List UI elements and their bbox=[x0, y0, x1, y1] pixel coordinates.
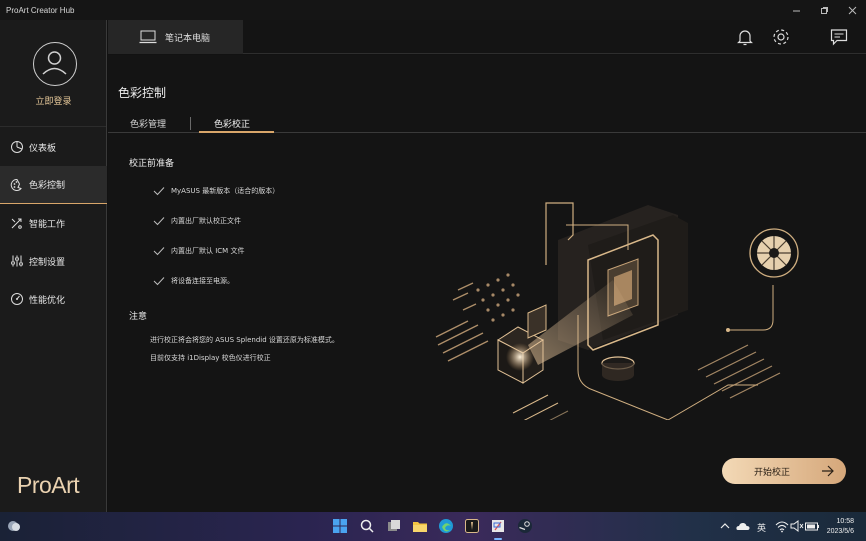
proart-logo: ProArt bbox=[17, 472, 80, 498]
sliders-icon bbox=[10, 254, 24, 268]
restore-button[interactable] bbox=[810, 0, 838, 20]
arrow-right-icon bbox=[822, 465, 834, 477]
steam-icon[interactable] bbox=[517, 518, 533, 534]
calibration-illustration bbox=[435, 202, 799, 420]
user-icon bbox=[42, 51, 67, 75]
close-icon bbox=[848, 6, 856, 14]
sidebar-item-label: 性能优化 bbox=[29, 295, 66, 306]
windows-start-icon[interactable] bbox=[332, 518, 348, 534]
check-icon bbox=[153, 217, 165, 226]
page-title: 色彩控制 bbox=[118, 86, 167, 100]
check-icon bbox=[153, 187, 165, 196]
proart-hub-taskbar-icon[interactable] bbox=[464, 518, 480, 534]
clock-date: 2023/5/6 bbox=[826, 528, 854, 535]
prep-heading: 校正前准备 bbox=[129, 159, 175, 169]
check-icon bbox=[153, 277, 165, 286]
tab-color-management[interactable]: 色彩管理 bbox=[130, 117, 166, 130]
notice-text: 进行校正将会将您的 ASUS Splendid 设置还原为标准模式。 bbox=[150, 336, 339, 344]
check-icon bbox=[153, 247, 165, 256]
checklist-text: 将设备连接至电源。 bbox=[171, 277, 234, 285]
tab-color-calibration[interactable]: 色彩校正 bbox=[214, 117, 250, 130]
sidebar-item-label: 智能工作 bbox=[29, 219, 66, 230]
avatar[interactable] bbox=[33, 42, 77, 86]
bell-icon[interactable] bbox=[735, 27, 755, 47]
device-tab-label: 笔记本电脑 bbox=[165, 33, 211, 44]
color-palette-icon bbox=[10, 178, 24, 192]
checklist-text: 内置出厂默认 ICM 文件 bbox=[171, 247, 245, 255]
file-explorer-icon[interactable] bbox=[412, 518, 428, 534]
checklist-item: 内置出厂默认校正文件 bbox=[153, 216, 241, 226]
main-panel: 色彩控制 色彩管理 色彩校正 校正前准备 MyASUS 最新版本（适合的版本） … bbox=[108, 55, 866, 512]
sidebar-item-label: 仪表板 bbox=[29, 143, 57, 154]
gear-icon[interactable] bbox=[771, 27, 791, 47]
sidebar-item-label: 控制设置 bbox=[29, 257, 66, 268]
start-calibration-label: 开始校正 bbox=[754, 467, 791, 478]
dashboard-icon bbox=[10, 140, 24, 154]
sidebar: 立即登录 仪表板 色彩控制 智能工作 控制设置 性能优化 ProArt bbox=[0, 20, 107, 512]
active-tab-indicator bbox=[199, 131, 274, 133]
edge-browser-icon[interactable] bbox=[438, 518, 454, 534]
feedback-icon[interactable] bbox=[829, 27, 849, 47]
minimize-icon bbox=[792, 10, 800, 11]
checklist-item: 将设备连接至电源。 bbox=[153, 276, 234, 286]
tab-divider bbox=[190, 117, 191, 130]
start-calibration-button[interactable]: 开始校正 bbox=[722, 458, 846, 484]
volume-muted-icon[interactable] bbox=[789, 518, 805, 534]
sidebar-item-dashboard[interactable]: 仪表板 bbox=[0, 128, 107, 166]
wifi-icon[interactable] bbox=[774, 518, 790, 534]
smart-work-icon bbox=[10, 216, 24, 230]
top-header: 笔记本电脑 bbox=[108, 20, 866, 54]
sidebar-item-color-control[interactable]: 色彩控制 bbox=[0, 166, 107, 204]
performance-icon bbox=[10, 292, 24, 306]
sidebar-item-control-settings[interactable]: 控制设置 bbox=[0, 242, 107, 280]
login-link[interactable]: 立即登录 bbox=[0, 94, 107, 107]
minimize-button[interactable] bbox=[782, 0, 810, 20]
checklist-text: MyASUS 最新版本（适合的版本） bbox=[171, 187, 280, 195]
close-button[interactable] bbox=[838, 0, 866, 20]
checklist-item: MyASUS 最新版本（适合的版本） bbox=[153, 186, 279, 196]
chevron-up-icon[interactable] bbox=[717, 518, 733, 534]
taskbar: 英 10:58 2023/5/6 bbox=[0, 512, 866, 541]
task-view-icon[interactable] bbox=[386, 518, 402, 534]
restore-icon bbox=[820, 6, 828, 14]
profile-section[interactable]: 立即登录 bbox=[0, 20, 106, 127]
app-title: ProArt Creator Hub bbox=[6, 5, 75, 15]
battery-icon[interactable] bbox=[804, 518, 820, 534]
search-icon[interactable] bbox=[359, 518, 375, 534]
checklist-item: 内置出厂默认 ICM 文件 bbox=[153, 246, 244, 256]
input-language-indicator[interactable]: 英 bbox=[757, 521, 766, 534]
system-clock[interactable]: 10:58 2023/5/6 bbox=[827, 517, 854, 537]
notice-heading: 注意 bbox=[129, 312, 148, 322]
clock-time: 10:58 bbox=[836, 518, 854, 525]
laptop-icon bbox=[139, 30, 157, 44]
tab-laptop[interactable]: 笔记本电脑 bbox=[108, 20, 243, 54]
snipping-tool-icon[interactable] bbox=[490, 518, 506, 534]
checklist-text: 内置出厂默认校正文件 bbox=[171, 217, 241, 225]
title-bar: ProArt Creator Hub bbox=[0, 0, 866, 20]
sidebar-item-label: 色彩控制 bbox=[29, 181, 66, 191]
onedrive-icon[interactable] bbox=[735, 518, 751, 534]
active-app-indicator bbox=[494, 538, 502, 540]
window-controls bbox=[782, 0, 866, 20]
sidebar-item-performance[interactable]: 性能优化 bbox=[0, 280, 107, 318]
weather-icon[interactable] bbox=[6, 518, 22, 534]
tab-bar: 色彩管理 色彩校正 bbox=[108, 115, 866, 133]
sidebar-item-smart-work[interactable]: 智能工作 bbox=[0, 204, 107, 242]
notice-text: 目前仅支持 i1Display 校色仪进行校正 bbox=[150, 354, 271, 362]
